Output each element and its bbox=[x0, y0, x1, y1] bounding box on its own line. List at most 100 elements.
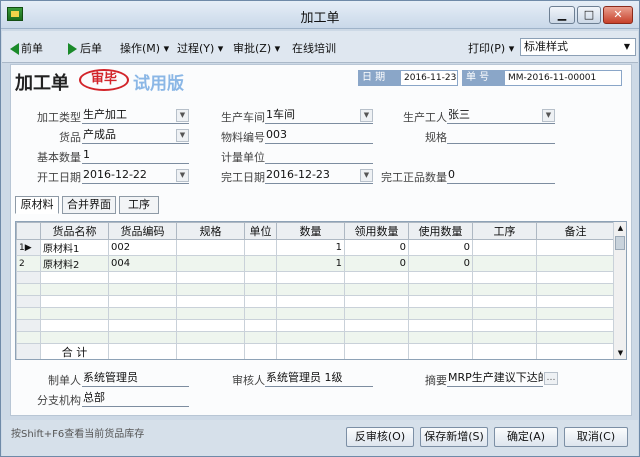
status-bar: 按Shift+F6查看当前货品库存 反审核(O) 保存新增(S) 确定(A) 取… bbox=[2, 420, 638, 456]
cell-qty[interactable]: 1 bbox=[276, 255, 345, 272]
table-row[interactable] bbox=[16, 283, 615, 296]
scroll-down-icon[interactable]: ▼ bbox=[614, 347, 626, 359]
next-button[interactable]: 后单 bbox=[68, 40, 102, 56]
cell-used[interactable]: 0 bbox=[408, 255, 473, 272]
branch-field[interactable]: 总部 bbox=[82, 391, 189, 407]
cell-spec[interactable] bbox=[176, 239, 245, 256]
chevron-down-icon[interactable]: ▼ bbox=[176, 129, 189, 142]
row-index: 1▶ bbox=[16, 239, 41, 256]
total-row: 合 计 bbox=[16, 343, 615, 359]
base-qty-field[interactable]: 1 bbox=[82, 148, 189, 164]
cell-unit[interactable] bbox=[244, 255, 277, 272]
table-row[interactable]: 1▶ 原材料1 002 1 0 0 bbox=[16, 239, 615, 256]
process-type-field[interactable]: 生产加工 bbox=[82, 108, 189, 124]
chevron-down-icon[interactable]: ▼ bbox=[542, 109, 555, 122]
print-menu[interactable]: 打印(P) ▾ bbox=[468, 40, 514, 56]
start-date-field[interactable]: 2016-12-22 bbox=[82, 168, 189, 184]
chevron-down-icon[interactable]: ▼ bbox=[176, 169, 189, 182]
column-header[interactable]: 领用数量 bbox=[344, 222, 409, 240]
cell-note[interactable] bbox=[536, 255, 615, 272]
cell-qty[interactable]: 1 bbox=[276, 239, 345, 256]
maximize-button[interactable]: □ bbox=[577, 6, 601, 24]
approved-stamp: 审毕 bbox=[79, 69, 129, 91]
cell-process[interactable] bbox=[472, 255, 537, 272]
cell-unit[interactable] bbox=[244, 239, 277, 256]
unit-field[interactable] bbox=[265, 148, 373, 164]
spec-label: 规格 bbox=[425, 131, 447, 144]
spec-field[interactable] bbox=[447, 128, 555, 144]
tab-raw-material[interactable]: 原材料 bbox=[15, 196, 59, 214]
column-header[interactable]: 单位 bbox=[244, 222, 277, 240]
base-qty-label: 基本数量 bbox=[37, 151, 81, 164]
chevron-down-icon[interactable]: ▼ bbox=[360, 109, 373, 122]
operate-menu[interactable]: 操作(M) ▾ bbox=[120, 40, 169, 56]
date-field[interactable]: 2016-11-23 bbox=[400, 70, 458, 86]
column-header[interactable]: 使用数量 bbox=[408, 222, 473, 240]
cell-note[interactable] bbox=[536, 239, 615, 256]
table-row[interactable] bbox=[16, 271, 615, 284]
arrow-right-icon bbox=[68, 43, 77, 55]
table-row[interactable] bbox=[16, 319, 615, 332]
column-header[interactable]: 货品编码 bbox=[108, 222, 177, 240]
finish-date-field[interactable]: 2016-12-23 bbox=[265, 168, 373, 184]
prev-label: 前单 bbox=[21, 42, 43, 55]
material-no-label: 物料编号 bbox=[221, 131, 265, 144]
tab-process[interactable]: 工序 bbox=[119, 196, 159, 214]
prev-button[interactable]: 前单 bbox=[10, 40, 43, 56]
column-header[interactable]: 工序 bbox=[472, 222, 537, 240]
window: 加工单 ▁ □ ✕ 前单 后单 操作(M) ▾ 过程(Y) ▾ 审批(Z) ▾ … bbox=[0, 0, 640, 457]
branch-label: 分支机构 bbox=[37, 394, 81, 407]
worker-label: 生产工人 bbox=[403, 111, 447, 124]
table-row[interactable] bbox=[16, 307, 615, 320]
cell-code[interactable]: 002 bbox=[108, 239, 177, 256]
cell-code[interactable]: 004 bbox=[108, 255, 177, 272]
chevron-down-icon[interactable]: ▼ bbox=[360, 169, 373, 182]
table-row[interactable] bbox=[16, 331, 615, 344]
creator-field[interactable]: 系统管理员 bbox=[82, 371, 189, 387]
close-button[interactable]: ✕ bbox=[603, 6, 633, 24]
column-header[interactable]: 货品名称 bbox=[40, 222, 109, 240]
unaudit-button[interactable]: 反审核(O) bbox=[346, 427, 414, 447]
column-header[interactable]: 数量 bbox=[276, 222, 345, 240]
creator-label: 制单人 bbox=[48, 374, 81, 387]
table-row[interactable]: 2 原材料2 004 1 0 0 bbox=[16, 255, 615, 272]
minimize-button[interactable]: ▁ bbox=[549, 6, 575, 24]
summary-field[interactable]: MRP生产建议下达的 bbox=[447, 371, 543, 387]
worker-field[interactable]: 张三 bbox=[447, 108, 555, 124]
material-no-field[interactable]: 003 bbox=[265, 128, 373, 144]
trial-label: 试用版 bbox=[133, 74, 184, 94]
scroll-thumb[interactable] bbox=[615, 236, 625, 250]
column-header[interactable]: 备注 bbox=[536, 222, 615, 240]
reviewer-label: 审核人 bbox=[232, 374, 265, 387]
cell-process[interactable] bbox=[472, 239, 537, 256]
number-label: 单 号 bbox=[462, 70, 504, 86]
reviewer-field[interactable]: 系统管理员 1级 bbox=[265, 371, 373, 387]
cancel-button[interactable]: 取消(C) bbox=[564, 427, 628, 447]
cell-name[interactable]: 原材料1 bbox=[40, 239, 109, 256]
cell-used[interactable]: 0 bbox=[408, 239, 473, 256]
cell-name[interactable]: 原材料2 bbox=[40, 255, 109, 272]
save-new-button[interactable]: 保存新增(S) bbox=[420, 427, 488, 447]
cell-spec[interactable] bbox=[176, 255, 245, 272]
column-header[interactable]: 规格 bbox=[176, 222, 245, 240]
process-menu[interactable]: 过程(Y) ▾ bbox=[177, 40, 223, 56]
approve-menu[interactable]: 审批(Z) ▾ bbox=[233, 40, 280, 56]
training-button[interactable]: 在线培训 bbox=[292, 40, 336, 56]
number-field[interactable]: MM-2016-11-00001 bbox=[504, 70, 622, 86]
product-field[interactable]: 产成品 bbox=[82, 128, 189, 144]
tab-merged-view[interactable]: 合并界面 bbox=[62, 196, 116, 214]
ok-button[interactable]: 确定(A) bbox=[494, 427, 558, 447]
chevron-down-icon: ▼ bbox=[623, 42, 631, 51]
finished-qty-field[interactable]: 0 bbox=[447, 168, 555, 184]
vertical-scrollbar[interactable]: ▲ ▼ bbox=[613, 222, 626, 359]
workshop-field[interactable]: 1车间 bbox=[265, 108, 373, 124]
scroll-up-icon[interactable]: ▲ bbox=[614, 222, 626, 234]
more-button[interactable]: … bbox=[544, 372, 558, 385]
status-hint: 按Shift+F6查看当前货品库存 bbox=[11, 429, 145, 440]
table-row[interactable] bbox=[16, 295, 615, 308]
chevron-down-icon[interactable]: ▼ bbox=[176, 109, 189, 122]
print-style-select[interactable]: 标准样式 ▼ bbox=[520, 38, 636, 56]
cell-taken[interactable]: 0 bbox=[344, 239, 409, 256]
cell-taken[interactable]: 0 bbox=[344, 255, 409, 272]
summary-label: 摘要 bbox=[425, 374, 447, 387]
